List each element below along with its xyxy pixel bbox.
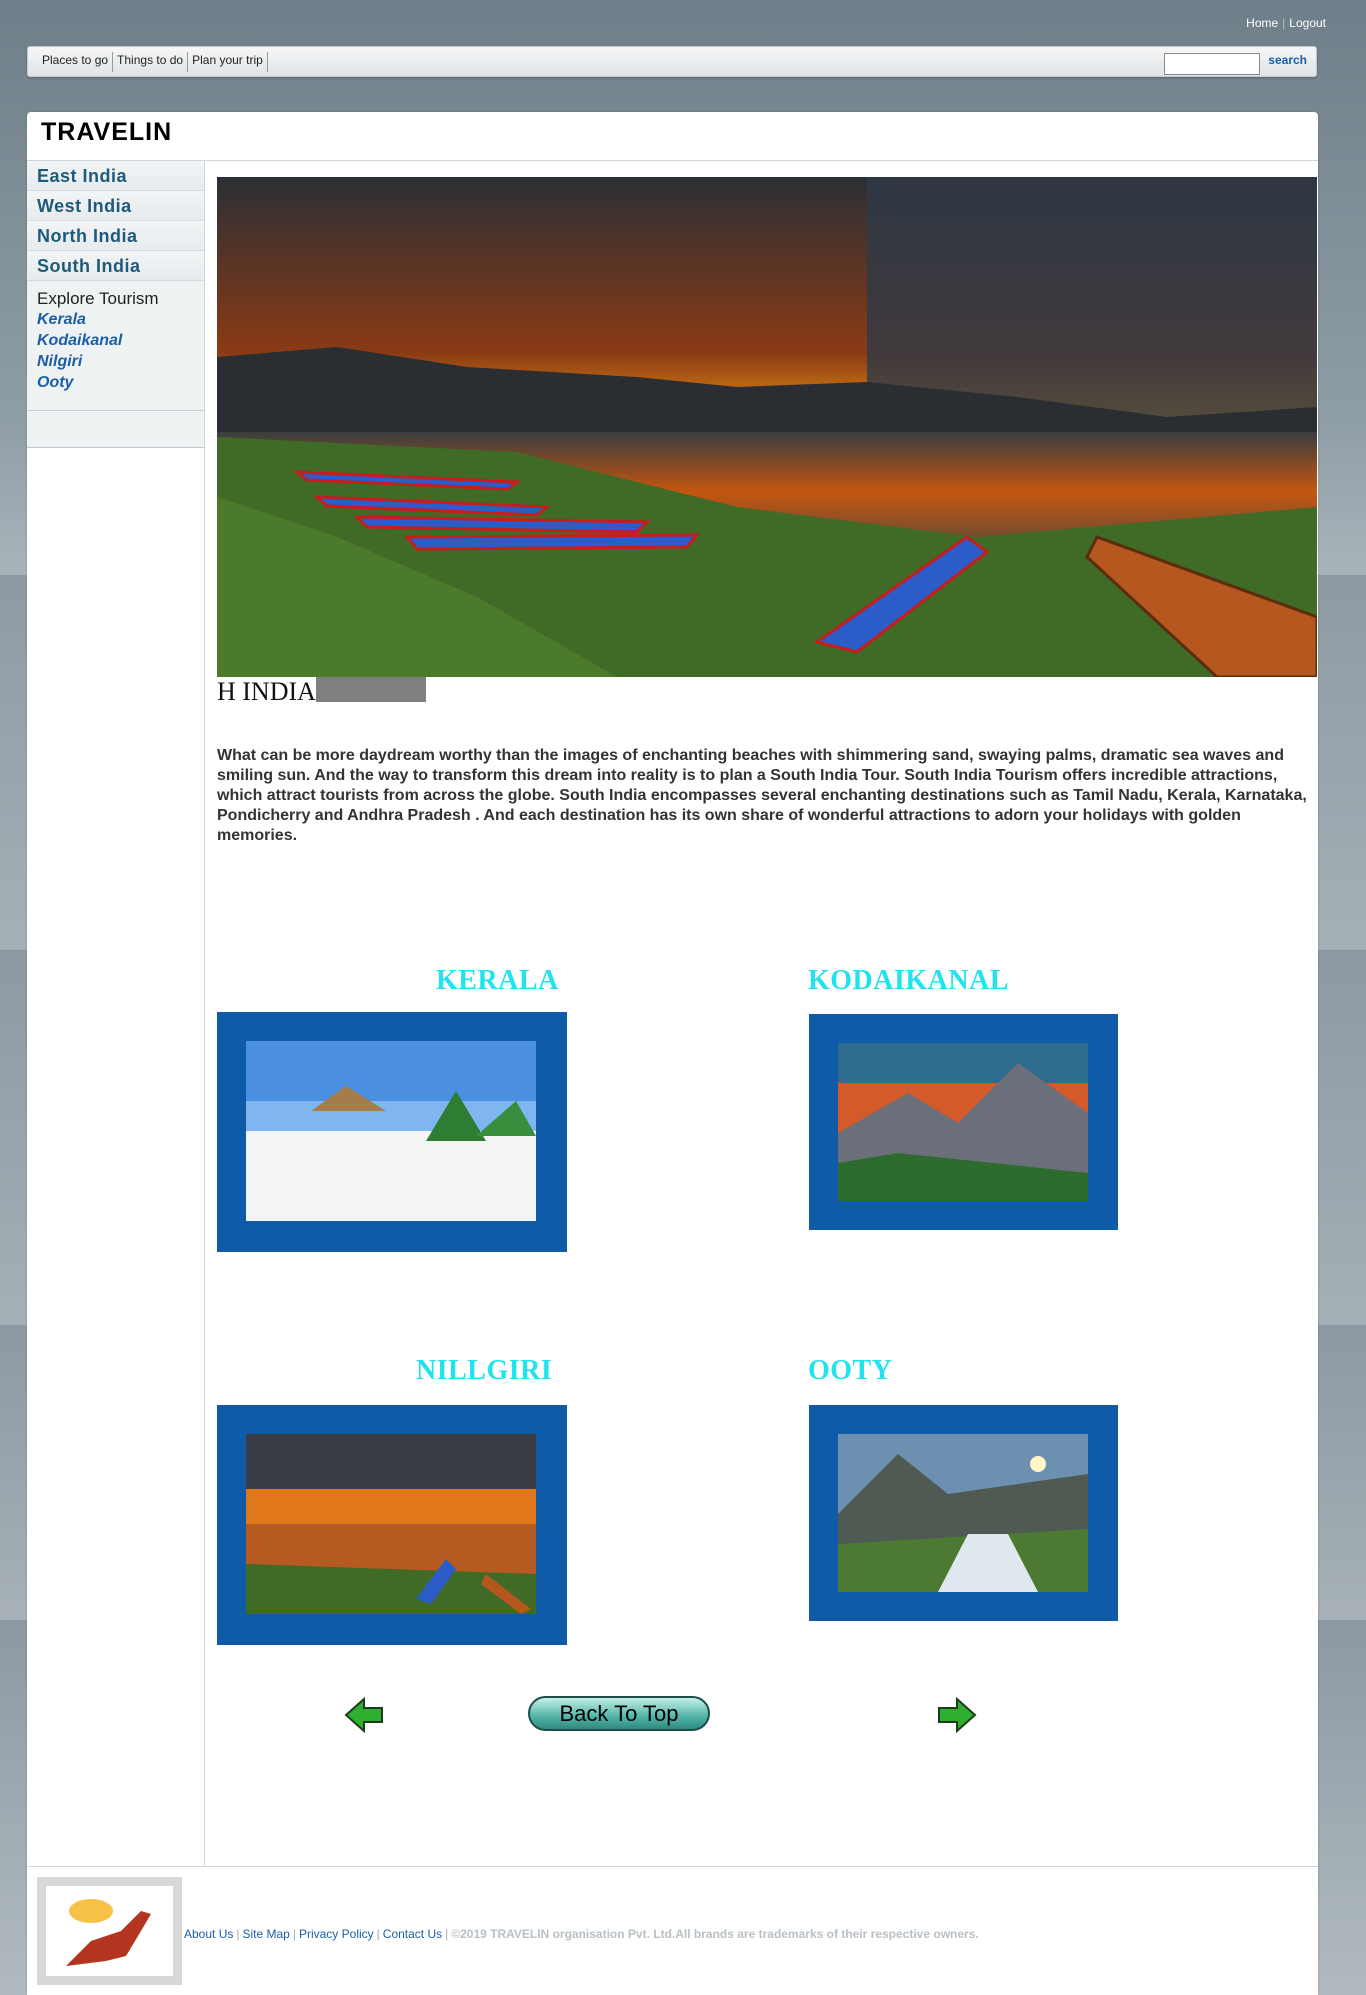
site-logo[interactable]: TRAVELIN	[41, 118, 172, 147]
footer-links: About Us | Site Map | Privacy Policy | Contact…	[184, 1927, 979, 1941]
place-title-ooty: OOTY	[808, 1355, 893, 1386]
explore-link-kerala[interactable]: Kerala	[37, 309, 194, 330]
menu-item-places-to-go[interactable]: Places to go	[38, 52, 114, 72]
logout-link[interactable]: Logout	[1289, 16, 1326, 30]
title-mark	[315, 677, 426, 702]
main-content: H INDIA What can be more daydream worthy…	[217, 177, 1319, 1733]
footer-link-privacy-policy[interactable]: Privacy Policy	[299, 1927, 374, 1941]
footer-link-about-us[interactable]: About Us	[184, 1927, 233, 1941]
menu-item-things-to-do[interactable]: Things to do	[113, 52, 189, 72]
menu-item-plan-your-trip[interactable]: Plan your trip	[188, 52, 268, 72]
section-title: H INDIA	[217, 677, 426, 706]
sidebar-item-north-india[interactable]: North India	[27, 221, 204, 251]
explore-link-kodaikanal[interactable]: Kodaikanal	[37, 330, 194, 351]
kangaroo-logo-icon	[46, 1886, 173, 1976]
place-title-kerala: KERALA	[436, 965, 559, 996]
place-card-kodaikanal[interactable]	[809, 1014, 1118, 1230]
place-card-nillgiri[interactable]	[217, 1405, 567, 1645]
footer-logo	[37, 1877, 182, 1985]
back-to-top-button[interactable]: Back To Top	[528, 1696, 710, 1731]
sidebar-item-south-india[interactable]: South India	[27, 251, 204, 281]
top-links: Home | Logout	[1246, 16, 1326, 30]
copyright-text: ©2019 TRAVELIN organisation Pvt. Ltd.All…	[451, 1927, 979, 1941]
sidebar-panel: East India West India North India South …	[27, 161, 204, 448]
explore-link-nilgiri[interactable]: Nilgiri	[37, 351, 194, 372]
explore-title: Explore Tourism	[37, 289, 159, 308]
nillgiri-image	[246, 1434, 536, 1614]
footer-link-site-map[interactable]: Site Map	[242, 1927, 289, 1941]
footer-link-contact-us[interactable]: Contact Us	[383, 1927, 442, 1941]
sidebar: East India West India North India South …	[27, 161, 205, 1866]
site-header: TRAVELIN	[27, 112, 1318, 161]
next-arrow-icon[interactable]	[937, 1697, 977, 1733]
search-input[interactable]	[1164, 53, 1260, 75]
section-title-text: H INDIA	[217, 677, 316, 706]
place-title-nillgiri: NILLGIRI	[416, 1355, 553, 1386]
kodaikanal-image	[838, 1043, 1088, 1201]
place-title-kodaikanal: KODAIKANAL	[808, 965, 1010, 996]
sidebar-item-east-india[interactable]: East India	[27, 161, 204, 191]
search-button[interactable]: search	[1268, 53, 1307, 67]
footer: About Us | Site Map | Privacy Policy | Contact…	[27, 1866, 1318, 1995]
ooty-image	[838, 1434, 1088, 1592]
top-navbar: Places to go Things to do Plan your trip…	[27, 46, 1317, 77]
explore-tourism: Explore Tourism Kerala Kodaikanal Nilgir…	[27, 281, 204, 411]
main-menu: Places to go Things to do Plan your trip	[38, 52, 268, 72]
sidebar-item-west-india[interactable]: West India	[27, 191, 204, 221]
intro-paragraph: What can be more daydream worthy than th…	[217, 747, 1307, 844]
place-card-kerala[interactable]	[217, 1012, 567, 1252]
explore-link-ooty[interactable]: Ooty	[37, 372, 194, 393]
banner-image	[217, 177, 1319, 679]
page-container: TRAVELIN East India West India North Ind…	[27, 112, 1319, 1995]
place-card-ooty[interactable]	[809, 1405, 1118, 1621]
previous-arrow-icon[interactable]	[344, 1697, 384, 1733]
kerala-image	[246, 1041, 536, 1221]
home-link[interactable]: Home	[1246, 16, 1278, 30]
